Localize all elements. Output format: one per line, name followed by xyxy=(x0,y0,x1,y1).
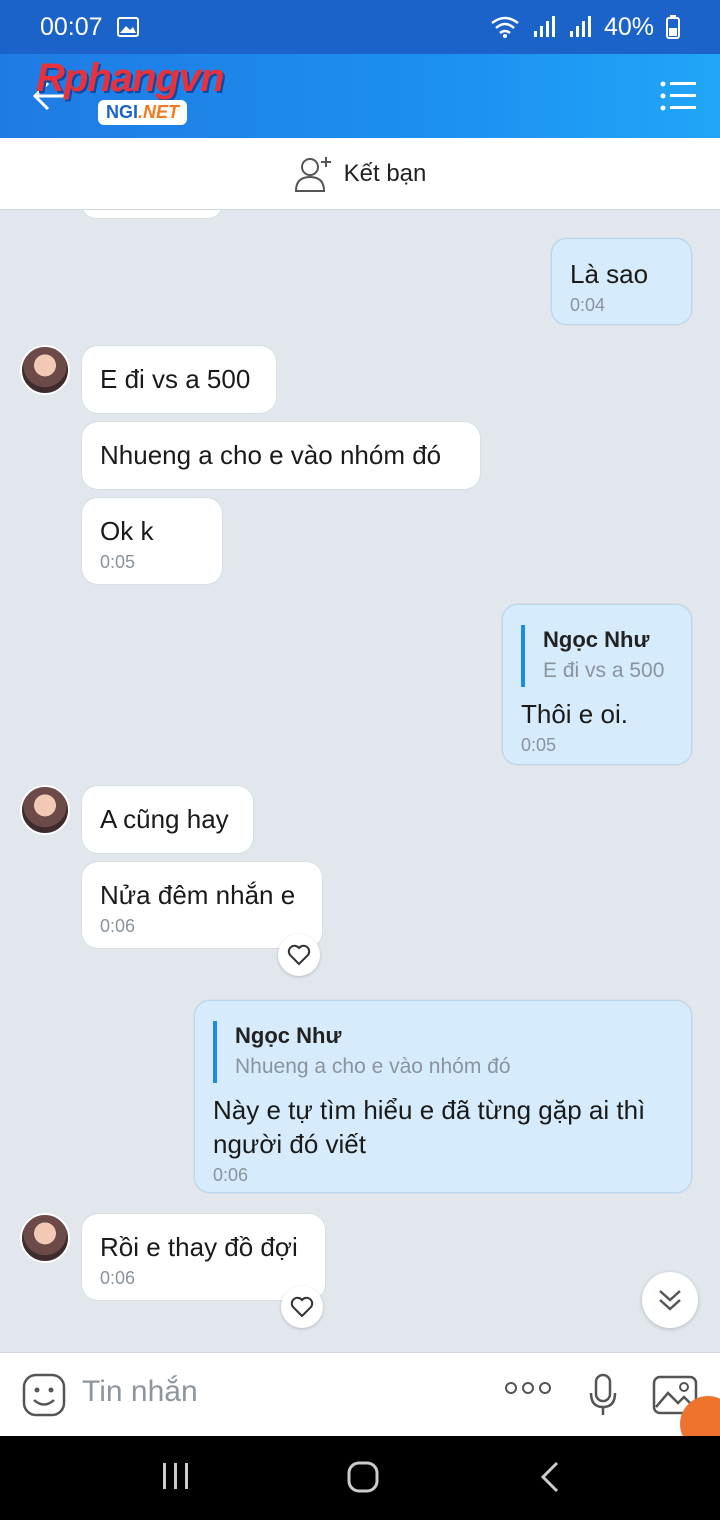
site-logo: Rphangvn NGI.NET xyxy=(36,56,256,132)
microphone-icon[interactable] xyxy=(588,1373,618,1417)
message-text: Thôi e oi. xyxy=(521,699,628,729)
chat-header: Rphangvn NGI.NET xyxy=(0,54,720,138)
quote-text: Nhueng a cho e vào nhóm đó xyxy=(235,1055,511,1078)
message-text: Nhueng a cho e vào nhóm đó xyxy=(100,440,442,470)
more-options-icon[interactable] xyxy=(504,1381,552,1395)
message-time: 0:06 xyxy=(213,1165,249,1185)
message-text: Rồi e thay đồ đợi xyxy=(100,1232,298,1262)
home-icon[interactable] xyxy=(346,1460,380,1494)
message-bubble[interactable]: Rồi e thay đồ đợi 0:06 xyxy=(82,1214,325,1300)
avatar[interactable] xyxy=(20,1213,70,1263)
message-bubble[interactable]: Nửa đêm nhắn e 0:06 xyxy=(82,862,322,948)
add-friend-button[interactable]: Kết bạn xyxy=(0,138,720,210)
message-time: 0:06 xyxy=(100,916,136,936)
system-nav-bar xyxy=(0,1436,720,1520)
wifi-icon xyxy=(491,16,519,38)
message-text: Là sao xyxy=(570,259,649,289)
message-time: 0:04 xyxy=(570,295,606,315)
message-time: 0:06 xyxy=(100,1268,136,1288)
message-bubble[interactable]: Ok k 0:05 xyxy=(82,498,222,584)
add-friend-icon xyxy=(294,156,331,192)
message-text: Nửa đêm nhắn e xyxy=(100,880,296,910)
message-input[interactable]: Tin nhắn xyxy=(82,1375,198,1409)
message-list[interactable]: Là sao 0:04 E đi vs a 500 Nhueng a cho e… xyxy=(0,210,720,1352)
double-chevron-down-icon xyxy=(659,1290,681,1311)
message-text: Ok k xyxy=(100,516,154,546)
emoji-sticker-icon[interactable] xyxy=(22,1373,66,1417)
avatar[interactable] xyxy=(20,785,70,835)
message-text: A cũng hay xyxy=(100,804,229,834)
status-right: 40% xyxy=(490,13,680,42)
message-bubble[interactable]: A cũng hay xyxy=(82,786,253,853)
status-time: 00:07 xyxy=(40,12,103,41)
quote-sender: Ngọc Như xyxy=(543,627,650,652)
reply-quote[interactable]: Ngọc Như E đi vs a 500 xyxy=(521,625,673,687)
back-nav-icon[interactable] xyxy=(538,1460,562,1494)
message-text: Này e tự tìm hiểu e đã từng gặp ai thì n… xyxy=(213,1095,646,1159)
quote-sender: Ngọc Như xyxy=(235,1023,342,1048)
avatar[interactable] xyxy=(20,345,70,395)
message-bubble-partial xyxy=(82,210,222,218)
reply-quote[interactable]: Ngọc Như Nhueng a cho e vào nhóm đó xyxy=(213,1021,673,1083)
react-heart-button[interactable] xyxy=(281,1286,323,1328)
message-time: 0:05 xyxy=(100,552,136,572)
message-text: E đi vs a 500 xyxy=(100,364,251,394)
message-bubble[interactable]: Nhueng a cho e vào nhóm đó xyxy=(82,422,480,489)
scroll-to-bottom-button[interactable] xyxy=(642,1272,698,1328)
heart-icon xyxy=(290,1296,314,1318)
reply-message-bubble[interactable]: Ngọc Như Nhueng a cho e vào nhóm đó Này … xyxy=(194,1000,692,1193)
signal-icon-1 xyxy=(533,16,555,37)
message-input-bar: Tin nhắn xyxy=(0,1352,720,1436)
quote-text: E đi vs a 500 xyxy=(543,659,665,682)
logo-badge: NGI.NET xyxy=(98,100,188,125)
reply-message-bubble[interactable]: Ngọc Như E đi vs a 500 Thôi e oi. 0:05 xyxy=(502,604,692,765)
heart-icon xyxy=(287,944,311,966)
menu-icon[interactable] xyxy=(660,80,696,112)
message-time: 0:05 xyxy=(521,735,557,755)
message-bubble[interactable]: Là sao 0:04 xyxy=(551,238,692,325)
react-heart-button[interactable] xyxy=(278,934,320,976)
battery-icon xyxy=(666,15,680,39)
add-friend-label: Kết bạn xyxy=(343,159,427,187)
gallery-notification-icon xyxy=(116,17,139,37)
battery-percent: 40% xyxy=(603,12,654,41)
recent-apps-icon[interactable] xyxy=(160,1460,192,1492)
message-bubble[interactable]: E đi vs a 500 xyxy=(82,346,276,413)
signal-icon-2 xyxy=(569,16,591,37)
status-bar: 00:07 40% xyxy=(0,0,720,54)
logo-wordmark: Rphangvn xyxy=(36,56,225,100)
